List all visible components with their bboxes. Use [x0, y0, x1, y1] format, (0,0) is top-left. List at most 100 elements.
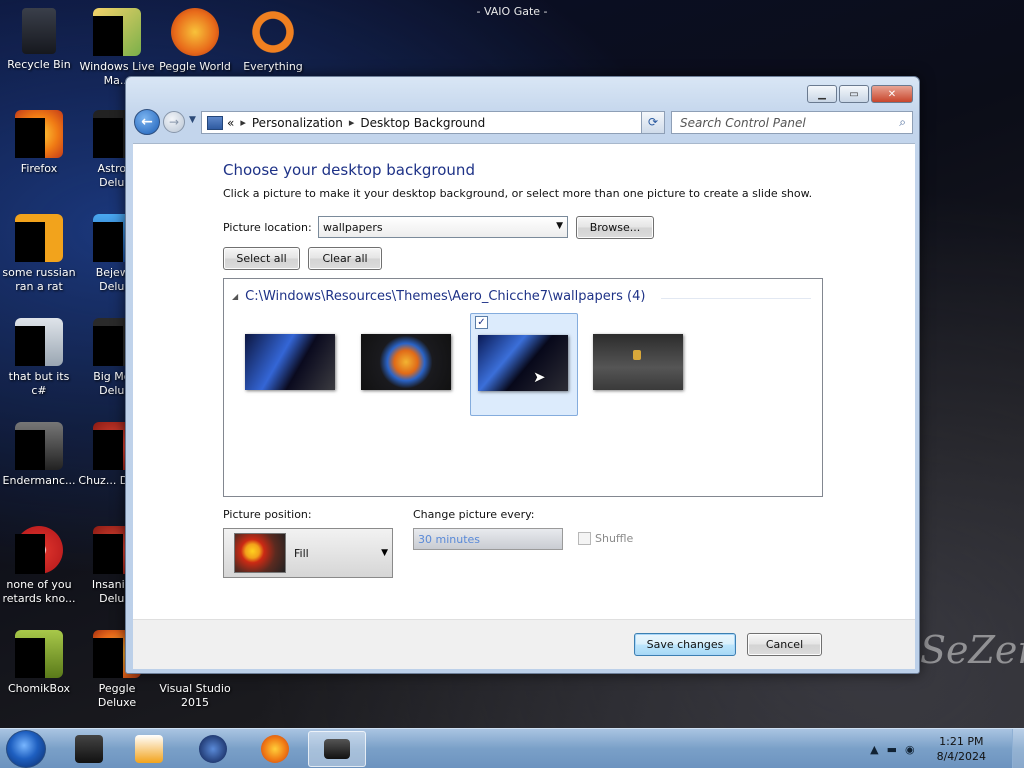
wallpaper-gallery: ◢ C:\Windows\Resources\Themes\Aero_Chicc…	[223, 278, 823, 497]
desktop-icon-label: that but its c#	[8, 370, 70, 397]
picture-location-value: wallpapers	[323, 221, 383, 234]
breadcrumb-overflow[interactable]: «	[227, 116, 234, 130]
search-placeholder: Search Control Panel	[680, 116, 806, 130]
control-panel-icon	[324, 739, 350, 759]
taskbar-app-media[interactable]	[120, 731, 178, 767]
desktop-icon-peggle-world[interactable]: Peggle World	[156, 8, 234, 74]
wallpaper-thumbnail-cell[interactable]	[354, 313, 462, 416]
back-button[interactable]: ←	[134, 109, 160, 135]
desktop-icon-label: Firefox	[20, 162, 58, 175]
clear-all-button[interactable]: Clear all	[308, 247, 382, 270]
peggle-icon	[171, 8, 219, 56]
close-icon: ✕	[887, 88, 897, 100]
collapse-icon[interactable]: ◢	[232, 292, 238, 301]
wallpaper-group-title: C:\Windows\Resources\Themes\Aero_Chicche…	[245, 289, 646, 304]
wallpaper-checkbox[interactable]: ✓	[475, 316, 488, 329]
file-explorer-icon	[75, 735, 103, 763]
show-hidden-icons-icon[interactable]: ▲	[870, 743, 878, 756]
chevron-down-icon: ▼	[556, 221, 563, 231]
desktop-icon-csharp[interactable]: that but its c#	[0, 318, 78, 398]
chomikbox-icon	[15, 630, 63, 678]
mouse-cursor-icon: ➤	[533, 368, 546, 386]
clock[interactable]: 1:21 PM 8/4/2024	[937, 734, 986, 764]
browse-button[interactable]: Browse...	[576, 216, 654, 239]
globe-icon	[199, 735, 227, 763]
picture-location-select[interactable]: wallpapers ▼	[318, 216, 568, 238]
wallpaper-thumbnail-cell[interactable]	[586, 313, 694, 416]
desktop-icon-recycle-bin[interactable]: Recycle Bin	[0, 8, 78, 72]
recycle-bin-icon	[22, 8, 56, 54]
refresh-button[interactable]: ⟳	[641, 111, 665, 134]
show-desktop-button[interactable]	[1012, 729, 1024, 768]
forward-button[interactable]: →	[163, 111, 185, 133]
maximize-button[interactable]: ▭	[839, 85, 869, 103]
clock-time: 1:21 PM	[939, 735, 984, 748]
search-input[interactable]: Search Control Panel ⌕	[671, 111, 913, 134]
page-description: Click a picture to make it your desktop …	[223, 187, 813, 200]
desktop-icon-chomikbox[interactable]: ChomikBox	[0, 630, 78, 696]
desktop-background-window: ▁ ▭ ✕ ← → ▼ « ▸ Personalization ▸ Deskto…	[125, 76, 920, 674]
recent-pages-dropdown[interactable]: ▼	[189, 115, 196, 125]
desktop-icon-label: Everything	[243, 60, 303, 73]
window-controls: ▁ ▭ ✕	[807, 85, 913, 103]
close-button[interactable]: ✕	[871, 85, 913, 103]
select-all-button[interactable]: Select all	[223, 247, 300, 270]
wallpaper-thumbnail-cell-selected[interactable]: ✓ ➤	[470, 313, 578, 416]
wallpaper-group-header[interactable]: ◢ C:\Windows\Resources\Themes\Aero_Chicc…	[232, 289, 645, 304]
taskbar-app-firefox[interactable]	[246, 731, 304, 767]
desktop-icon-label: some russian ran a rat	[2, 266, 76, 293]
taskbar-app-explorer[interactable]	[60, 731, 118, 767]
chevron-down-icon: ▼	[381, 548, 388, 558]
wallpaper-thumbnail-1[interactable]	[245, 334, 335, 390]
desktop-icon-everything[interactable]: Everything	[234, 8, 312, 74]
desktop-icon-label: Peggle Deluxe	[97, 682, 137, 709]
firefox-icon	[15, 110, 63, 158]
picture-position-select[interactable]: Fill ▼	[223, 528, 393, 578]
navigation-bar: ← → ▼ « ▸ Personalization ▸ Desktop Back…	[134, 108, 913, 136]
change-interval-select: 30 minutes	[413, 528, 563, 550]
desktop-icon-firefox[interactable]: Firefox	[0, 110, 78, 176]
desktop-icon-visual-studio[interactable]: Visual Studio 2015	[156, 682, 234, 710]
clock-date: 8/4/2024	[936, 750, 986, 763]
wallpaper-thumbnail-2[interactable]	[361, 334, 451, 390]
content-area: Choose your desktop background Click a p…	[133, 143, 915, 619]
desktop-icon-label: Visual Studio 2015	[159, 682, 231, 709]
shortcut-icon	[15, 214, 63, 262]
group-divider	[661, 298, 811, 299]
network-icon[interactable]: ▬	[887, 743, 897, 756]
breadcrumb-personalization[interactable]: Personalization	[252, 116, 343, 130]
desktop-icon-label: Endermanc...	[2, 474, 76, 487]
wallpaper-thumbnail-cell[interactable]	[238, 313, 346, 416]
save-changes-button[interactable]: Save changes	[634, 633, 736, 656]
taskbar-app-control-panel[interactable]	[308, 731, 366, 767]
picture-position-value: Fill	[294, 547, 309, 560]
cancel-button[interactable]: Cancel	[747, 633, 822, 656]
start-button[interactable]	[6, 730, 46, 768]
maximize-icon: ▭	[849, 88, 859, 100]
desktop-icon-russian-rat[interactable]: some russian ran a rat	[0, 214, 78, 294]
taskbar: ▲ ▬ ◉ 1:21 PM 8/4/2024	[0, 728, 1024, 768]
desktop-icon-retards[interactable]: none of you retards kno...	[0, 526, 78, 606]
checkmark-icon: ✓	[477, 317, 486, 328]
wallpaper-thumbnail-3[interactable]	[478, 335, 568, 391]
desktop-icon-endermanc[interactable]: Endermanc...	[0, 422, 78, 488]
chrome-icon	[15, 526, 63, 574]
wallpaper-watermark: SeZen	[920, 628, 1024, 672]
dialog-footer: Save changes Cancel	[133, 619, 915, 669]
picture-position-label: Picture position:	[223, 508, 312, 521]
search-icon[interactable]: ⌕	[899, 115, 906, 130]
wallpaper-thumbnail-4[interactable]	[593, 334, 683, 390]
system-tray: ▲ ▬ ◉ 1:21 PM 8/4/2024	[870, 729, 1024, 768]
breadcrumb-separator-icon: ▸	[348, 116, 355, 129]
address-bar[interactable]: « ▸ Personalization ▸ Desktop Background…	[201, 111, 664, 134]
forward-arrow-icon: →	[168, 115, 180, 129]
desktop-icon-label: none of you retards kno...	[2, 578, 76, 605]
copy-icon	[15, 318, 63, 366]
volume-icon[interactable]: ◉	[905, 743, 915, 756]
taskbar-app-globe[interactable]	[184, 731, 242, 767]
breadcrumb-desktop-background[interactable]: Desktop Background	[360, 116, 485, 130]
firefox-icon	[261, 735, 289, 763]
desktop-icon-label: ChomikBox	[8, 682, 70, 695]
change-picture-label: Change picture every:	[413, 508, 535, 521]
minimize-button[interactable]: ▁	[807, 85, 837, 103]
